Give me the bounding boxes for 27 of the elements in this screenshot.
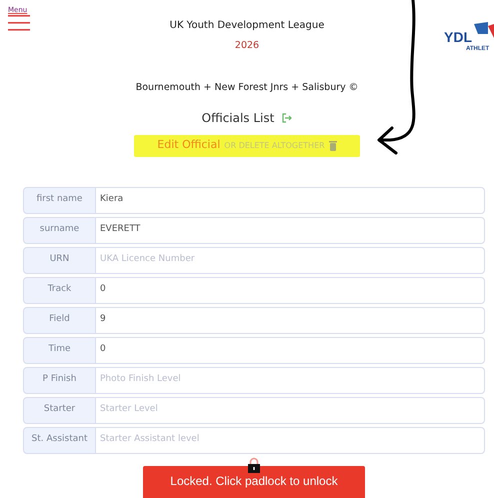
field-label: P Finish — [23, 366, 96, 394]
input-field[interactable]: Starter Level — [96, 396, 485, 424]
field-label: URN — [23, 246, 96, 274]
input-field[interactable]: EVERETT — [96, 216, 485, 244]
input-field[interactable]: UKA Licence Number — [96, 246, 485, 274]
season-year: 2026 — [234, 40, 260, 51]
input-field[interactable]: 0 — [96, 276, 485, 304]
field-label: St. Assistant — [23, 426, 96, 454]
field-label: first name — [23, 186, 96, 214]
trash-icon[interactable] — [328, 140, 337, 151]
field-label: surname — [23, 216, 96, 244]
input-field[interactable]: Kiera — [96, 186, 485, 214]
exit-icon[interactable] — [282, 112, 292, 122]
field-label: Track — [23, 276, 96, 304]
padlock-icon[interactable] — [247, 457, 261, 473]
league-title: UK Youth Development League — [170, 20, 324, 31]
input-field[interactable]: 9 — [96, 306, 485, 334]
input-field[interactable]: Photo Finish Level — [96, 366, 485, 394]
field-label: Starter — [23, 396, 96, 424]
lock-button[interactable]: Locked. Click padlock to unlock — [143, 466, 365, 498]
input-field[interactable]: 0 — [96, 336, 485, 364]
list-title: Officials List — [202, 110, 274, 126]
edit-title: Edit Official — [157, 137, 220, 154]
field-label: Time — [23, 336, 96, 364]
input-field[interactable]: Starter Assistant level — [96, 426, 485, 454]
club-name: Bournemouth + New Forest Jnrs + Salisbury © — [136, 82, 358, 94]
field-label: Field — [23, 306, 96, 334]
